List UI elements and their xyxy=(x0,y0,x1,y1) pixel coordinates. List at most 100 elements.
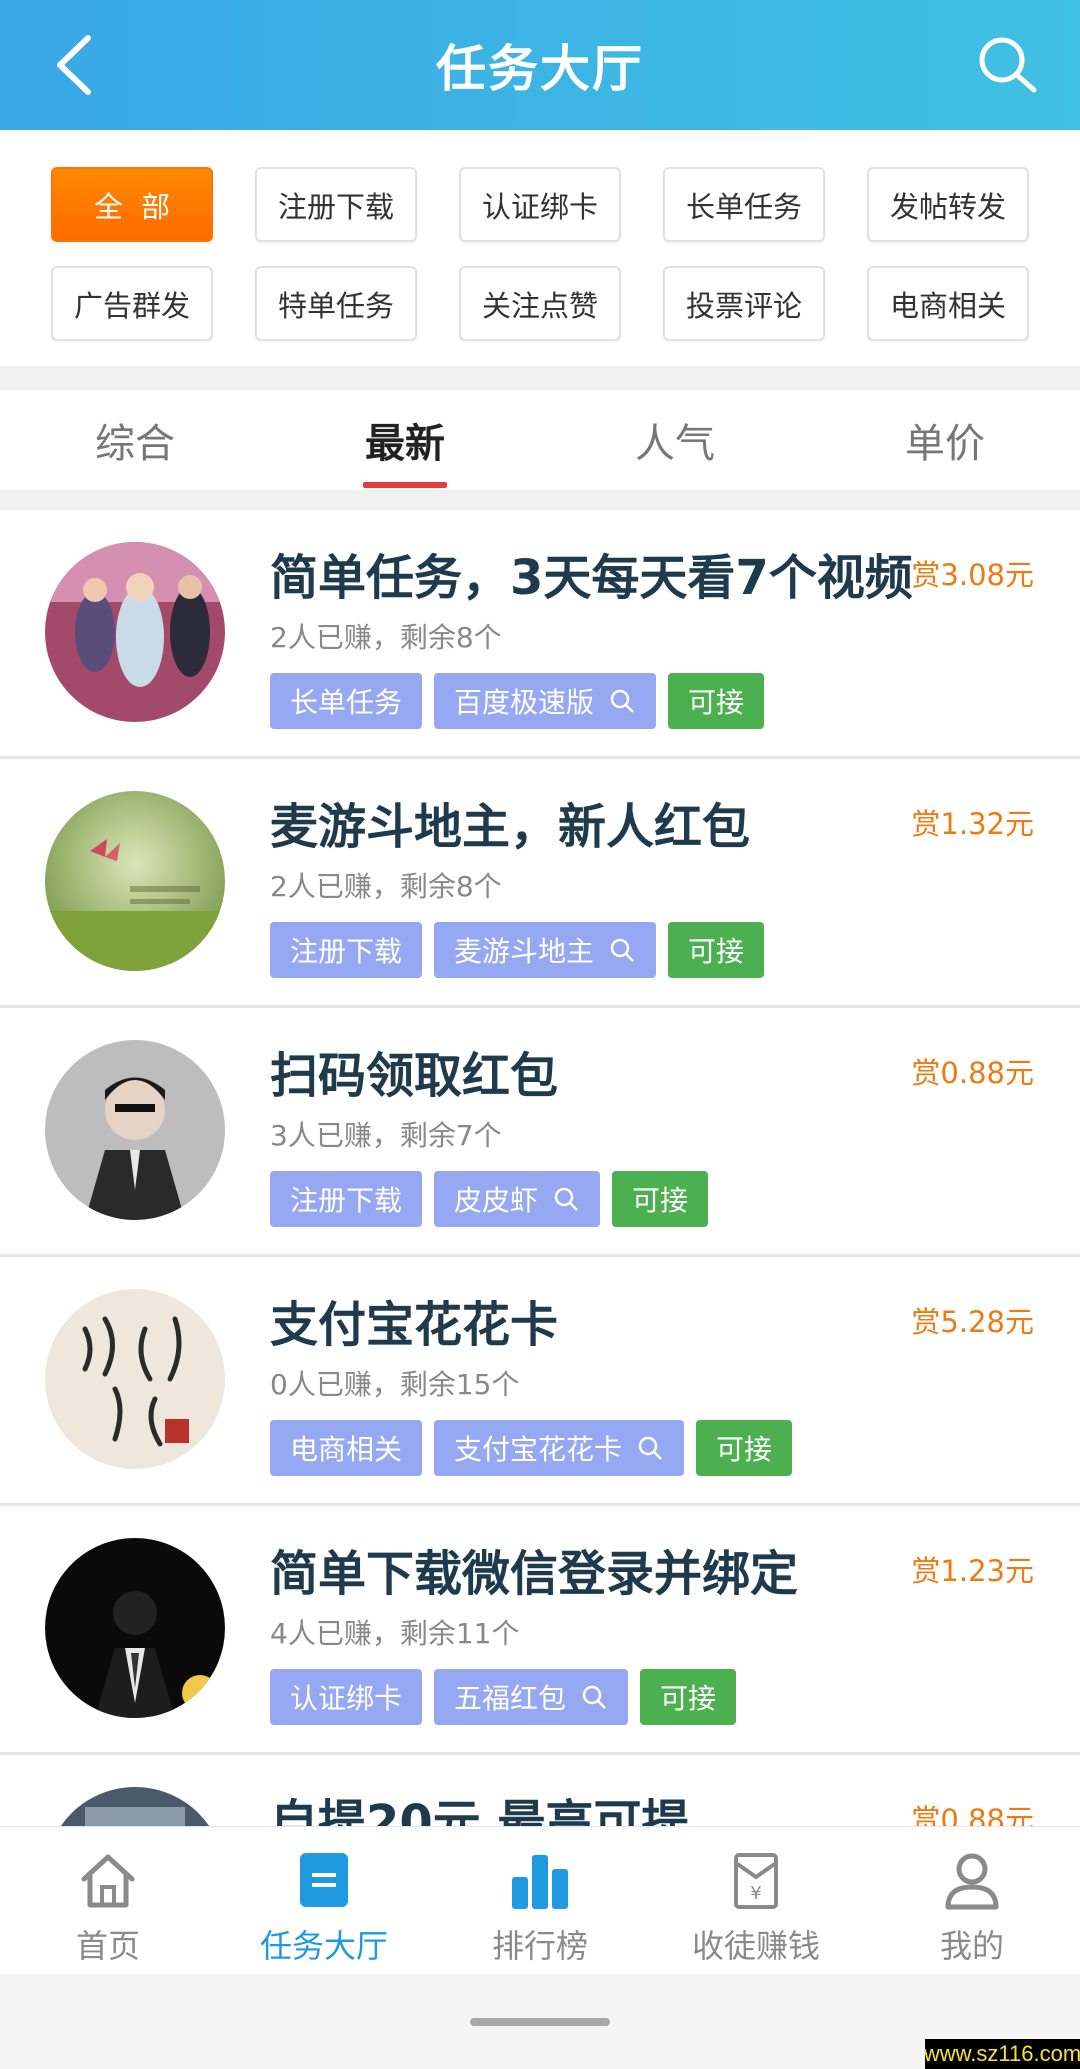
search-icon xyxy=(610,689,634,713)
sort-tabs: 综合 最新 人气 单价 xyxy=(0,390,1080,490)
task-app-label: 百度极速版 xyxy=(454,686,595,719)
task-reward: 赏0.88元 xyxy=(911,1056,1034,1090)
nav-label: 首页 xyxy=(75,1927,140,1965)
task-progress: 3人已赚，剩余7个 xyxy=(270,1119,502,1152)
task-category-tag: 注册下载 xyxy=(270,1171,423,1227)
task-app-tag: 五福红包 xyxy=(434,1669,629,1725)
task-title: 扫码领取红包 xyxy=(270,1048,559,1104)
task-title: 简单任务，3天每天看7个视频 xyxy=(270,550,913,606)
task-tags: 注册下载 皮皮虾 可接 xyxy=(270,1171,709,1227)
task-title: 麦游斗地主，新人红包 xyxy=(270,799,751,855)
category-button[interactable]: 投票评论 xyxy=(663,266,825,341)
task-tags: 电商相关 支付宝花花卡 可接 xyxy=(270,1420,793,1476)
task-app-tag: 皮皮虾 xyxy=(434,1171,601,1227)
task-category-tag: 电商相关 xyxy=(270,1420,423,1476)
task-progress: 0人已赚，剩余15个 xyxy=(270,1368,520,1401)
task-app-label: 麦游斗地主 xyxy=(454,935,595,968)
tab-unit-price[interactable]: 单价 xyxy=(810,390,1080,490)
nav-label: 任务大厅 xyxy=(259,1927,388,1965)
task-app-label: 支付宝花花卡 xyxy=(454,1433,623,1466)
task-category-tag: 长单任务 xyxy=(270,673,423,729)
task-reward: 赏5.28元 xyxy=(911,1305,1034,1339)
home-icon xyxy=(81,1854,135,1908)
profile-icon xyxy=(945,1853,999,1910)
task-app-label: 五福红包 xyxy=(454,1682,567,1715)
task-list-item[interactable]: 简单任务，3天每天看7个视频 赏3.08元 2人已赚，剩余8个 长单任务 百度极… xyxy=(0,510,1080,759)
nav-home[interactable]: 首页 xyxy=(0,1827,216,1974)
task-reward: 赏1.32元 xyxy=(911,807,1034,841)
watermark: www.sz116.com xyxy=(924,2039,1080,2069)
task-tags: 认证绑卡 五福红包 可接 xyxy=(270,1669,737,1725)
task-hall-icon xyxy=(300,1853,348,1907)
search-icon xyxy=(554,1187,578,1211)
invite-earn-icon: ¥ xyxy=(734,1853,778,1909)
status-badge: 可接 xyxy=(668,922,765,978)
avatar xyxy=(45,791,225,971)
bottom-navigation: 首页 任务大厅 排行榜 ¥ 收徒赚钱 我的 xyxy=(0,1826,1080,1974)
nav-label: 排行榜 xyxy=(491,1927,588,1965)
task-list-item[interactable]: 扫码领取红包 赏0.88元 3人已赚，剩余7个 注册下载 皮皮虾 可接 xyxy=(0,1008,1080,1257)
avatar xyxy=(45,1787,225,1826)
task-app-tag: 麦游斗地主 xyxy=(434,922,657,978)
nav-label: 我的 xyxy=(939,1927,1004,1965)
svg-text:¥: ¥ xyxy=(750,1883,761,1904)
task-title: 简单下载微信登录并绑定 xyxy=(270,1546,799,1602)
search-icon xyxy=(638,1436,662,1460)
search-icon xyxy=(610,938,634,962)
page-title: 任务大厅 xyxy=(436,40,644,98)
top-bar: 任务大厅 xyxy=(0,0,1080,130)
avatar xyxy=(45,542,225,722)
tab-latest[interactable]: 最新 xyxy=(270,390,540,490)
status-badge: 可接 xyxy=(640,1669,737,1725)
task-progress: 2人已赚，剩余8个 xyxy=(270,621,502,654)
category-filter: 全部 注册下载 认证绑卡 长单任务 发帖转发 广告群发 特单任务 关注点赞 投票… xyxy=(0,130,1080,366)
status-badge: 可接 xyxy=(668,673,765,729)
task-reward: 赏1.23元 xyxy=(911,1554,1034,1588)
nav-profile[interactable]: 我的 xyxy=(864,1827,1080,1974)
category-button[interactable]: 认证绑卡 xyxy=(459,167,621,242)
task-list-item[interactable]: 简单下载微信登录并绑定 赏1.23元 4人已赚，剩余11个 认证绑卡 五福红包 … xyxy=(0,1506,1080,1755)
category-button[interactable]: 关注点赞 xyxy=(459,266,621,341)
nav-ranking[interactable]: 排行榜 xyxy=(432,1827,648,1974)
task-progress: 4人已赚，剩余11个 xyxy=(270,1617,520,1650)
task-app-label: 皮皮虾 xyxy=(454,1184,539,1217)
category-button[interactable]: 电商相关 xyxy=(867,266,1029,341)
category-all-button[interactable]: 全部 xyxy=(51,167,213,242)
avatar xyxy=(45,1289,225,1469)
task-tags: 注册下载 麦游斗地主 可接 xyxy=(270,922,765,978)
nav-label: 收徒赚钱 xyxy=(691,1927,820,1965)
divider xyxy=(0,490,1080,510)
category-button[interactable]: 长单任务 xyxy=(663,167,825,242)
chevron-left-icon[interactable] xyxy=(48,30,108,100)
task-progress: 2人已赚，剩余8个 xyxy=(270,870,502,903)
home-indicator[interactable] xyxy=(470,2018,610,2026)
task-title: 自提20元 最高可提 xyxy=(270,1795,690,1826)
task-app-tag: 百度极速版 xyxy=(434,673,657,729)
tab-popular[interactable]: 人气 xyxy=(540,390,810,490)
task-category-tag: 认证绑卡 xyxy=(270,1669,423,1725)
task-reward: 赏3.08元 xyxy=(911,558,1034,592)
task-list: 简单任务，3天每天看7个视频 赏3.08元 2人已赚，剩余8个 长单任务 百度极… xyxy=(0,510,1080,1826)
ranking-icon xyxy=(512,1855,568,1909)
task-list-item[interactable]: 支付宝花花卡 赏5.28元 0人已赚，剩余15个 电商相关 支付宝花花卡 可接 xyxy=(0,1257,1080,1506)
category-button[interactable]: 发帖转发 xyxy=(867,167,1029,242)
nav-invite-earn[interactable]: ¥ 收徒赚钱 xyxy=(648,1827,864,1974)
task-app-tag: 支付宝花花卡 xyxy=(434,1420,685,1476)
task-title: 支付宝花花卡 xyxy=(270,1297,559,1353)
status-badge: 可接 xyxy=(612,1171,709,1227)
task-category-tag: 注册下载 xyxy=(270,922,423,978)
divider xyxy=(0,366,1080,390)
search-icon xyxy=(582,1685,606,1709)
category-button[interactable]: 广告群发 xyxy=(51,266,213,341)
task-tags: 长单任务 百度极速版 可接 xyxy=(270,673,765,729)
avatar xyxy=(45,1538,225,1718)
task-reward: 赏0.88元 xyxy=(911,1803,1034,1826)
system-home-bar xyxy=(0,1974,1080,2069)
category-button[interactable]: 注册下载 xyxy=(255,167,417,242)
nav-task-hall[interactable]: 任务大厅 xyxy=(216,1827,432,1974)
task-list-item[interactable]: 自提20元 最高可提 赏0.88元 xyxy=(0,1755,1080,1826)
search-icon[interactable] xyxy=(972,30,1042,100)
task-list-item[interactable]: 麦游斗地主，新人红包 赏1.32元 2人已赚，剩余8个 注册下载 麦游斗地主 可… xyxy=(0,759,1080,1008)
category-button[interactable]: 特单任务 xyxy=(255,266,417,341)
tab-comprehensive[interactable]: 综合 xyxy=(0,390,270,490)
